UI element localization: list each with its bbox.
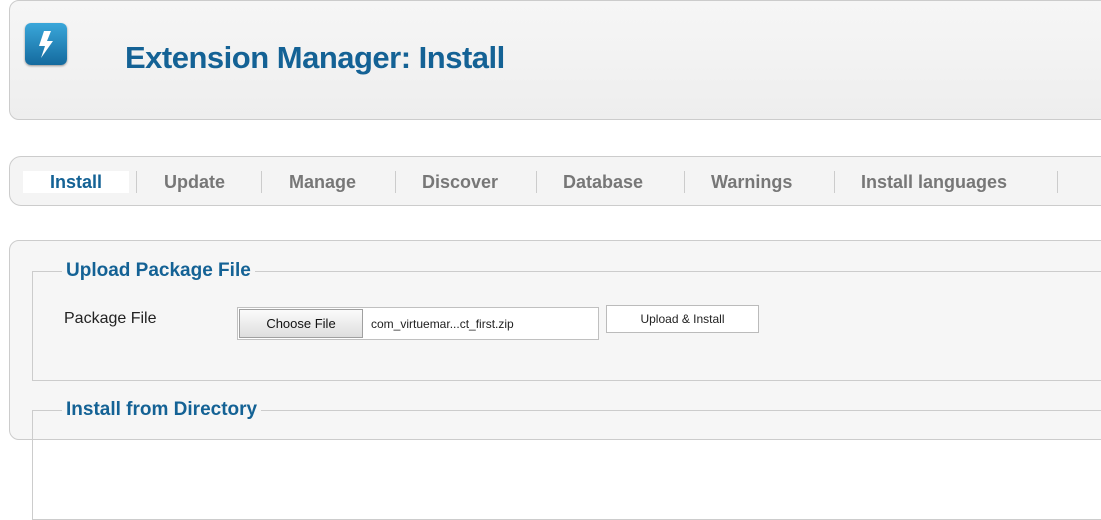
tab-discover[interactable]: Discover	[422, 171, 498, 193]
directory-fieldset	[32, 410, 1101, 520]
tab-divider	[536, 171, 537, 193]
directory-legend: Install from Directory	[62, 399, 262, 421]
tab-divider	[684, 171, 685, 193]
tab-divider	[136, 171, 137, 193]
choose-file-button[interactable]: Choose File	[239, 309, 363, 338]
tab-divider	[834, 171, 835, 193]
upload-legend: Upload Package File	[62, 260, 255, 282]
tab-database[interactable]: Database	[563, 171, 643, 193]
lightning-bolt-icon	[25, 23, 67, 65]
tab-update[interactable]: Update	[164, 171, 225, 193]
tab-manage[interactable]: Manage	[289, 171, 356, 193]
selected-file-name: com_virtuemar...ct_first.zip	[371, 317, 514, 331]
package-file-label: Package File	[64, 310, 157, 327]
tab-warnings[interactable]: Warnings	[711, 171, 792, 193]
tab-divider	[261, 171, 262, 193]
tab-divider	[395, 171, 396, 193]
tab-install[interactable]: Install	[23, 171, 130, 193]
tab-install-languages[interactable]: Install languages	[861, 171, 1007, 193]
upload-install-button[interactable]: Upload & Install	[606, 305, 759, 333]
page-title: Extension Manager: Install	[125, 40, 505, 75]
tab-divider	[1057, 171, 1058, 193]
